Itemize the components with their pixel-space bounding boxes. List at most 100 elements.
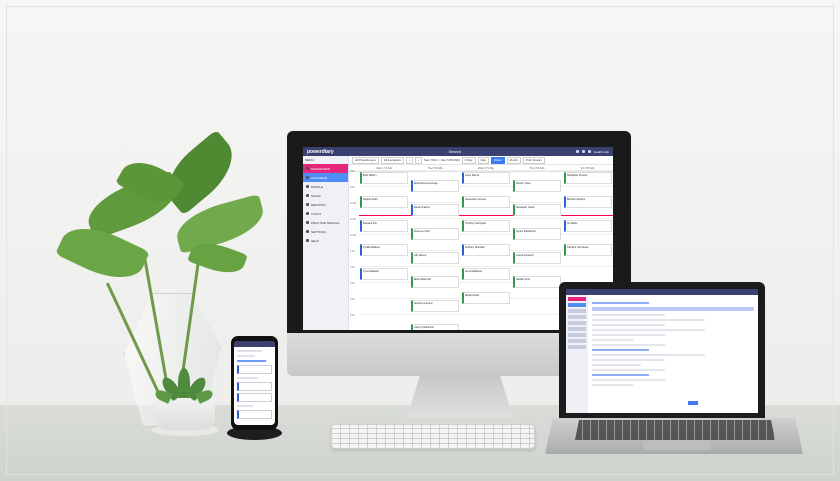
topbar-icons: Health Hub [575, 149, 609, 154]
calendar-icon [306, 176, 309, 179]
time-gridline [359, 186, 613, 187]
user-menu[interactable]: Health Hub [594, 150, 609, 154]
time-label: 2:00 [350, 266, 355, 269]
appointment-card[interactable]: Sophie Germany [411, 300, 459, 312]
time-gridline [359, 218, 613, 219]
appointment-card[interactable]: Maxwell Fay [360, 220, 408, 232]
appointment-card[interactable]: Alexander Carter [513, 204, 561, 216]
laptop-trackpad [643, 441, 711, 450]
appointment-card[interactable]: Nathan Kent [513, 276, 561, 288]
sidebar-item-settings[interactable]: SETTINGS [303, 227, 348, 236]
sidebar-item-label: DASHBOARD [311, 166, 331, 171]
appointment-card[interactable]: Regan Asher [462, 292, 510, 304]
sidebar-item-label: SETTINGS [311, 229, 327, 234]
appointment-card[interactable]: Timothy Harrington [462, 220, 510, 232]
appointment-card[interactable]: Dorian Palmer [411, 204, 459, 216]
sidebar-item-label: CALENDAR [311, 175, 328, 180]
time-gridline [359, 266, 613, 267]
appointment-card[interactable]: Anne Matthews [462, 268, 510, 280]
appointment-card[interactable]: Beth Wilson [360, 172, 408, 184]
next-button[interactable]: › [414, 156, 422, 164]
appointment-card[interactable]: Becky Bancroft [411, 276, 459, 288]
appointment-card[interactable]: Sophia Grant [360, 196, 408, 208]
phone-appointment-card[interactable] [237, 382, 272, 391]
time-gridline [359, 234, 613, 235]
time-label: 4:00 [350, 298, 355, 301]
sidebar-item-tools[interactable]: TOOLS [303, 209, 348, 218]
laptop-screen [566, 289, 758, 413]
time-gridline [359, 170, 613, 171]
monitor-stand [407, 376, 513, 418]
appointment-card[interactable]: Agnes Sanderson [513, 228, 561, 240]
sidebar-item-practice-manual[interactable]: PRACTICE MANUAL [303, 218, 348, 227]
appointment-card[interactable]: Brandon Rogers [564, 196, 612, 208]
view-week[interactable]: Week [490, 156, 505, 164]
settings-icon [306, 230, 309, 233]
appointment-card[interactable]: Louise Kimberly [513, 252, 561, 264]
reports-icon [306, 203, 309, 206]
laptop-save-button[interactable] [688, 401, 698, 405]
time-label: 11:00 [350, 218, 357, 221]
people-icon [306, 185, 309, 188]
time-label: 12:00 [350, 234, 357, 237]
appointment-card[interactable]: Cyrus Baldwin [360, 268, 408, 280]
view-day[interactable]: Day [477, 156, 489, 164]
prev-button[interactable]: ‹ [405, 156, 413, 164]
view-month[interactable]: Month [506, 156, 521, 164]
time-label: 9:00 [350, 186, 355, 189]
product-photo-scene: powerdiary Search Health Hub MENU DASHBO… [0, 0, 840, 481]
appointment-card[interactable]: Iris Watts [564, 220, 612, 232]
time-label: 3:00 [350, 282, 355, 285]
time-label: 1:00 [350, 250, 355, 253]
appointment-card[interactable]: Cyrilia Madison [360, 244, 408, 256]
app-topbar: powerdiary Search Health Hub [303, 147, 613, 156]
sidebar-item-people[interactable]: PEOPLE [303, 182, 348, 191]
gear-icon[interactable] [587, 149, 591, 153]
sidebar-header: MENU [305, 158, 314, 162]
practitioner-select[interactable]: All Practitioners [352, 156, 379, 164]
sidebar-item-help[interactable]: HELP [303, 236, 348, 245]
sidebar-item-label: PRACTICE MANUAL [311, 220, 340, 225]
keyboard [331, 424, 535, 449]
phone-appointment-card[interactable] [237, 410, 272, 419]
sidebar-item-label: SALES [311, 193, 321, 198]
appointment-card[interactable]: Carey Hutchinson [411, 324, 459, 330]
phone-appointment-card[interactable] [237, 365, 272, 374]
date-range: Sun 7/2/17 - Sat 7/27/2024 [423, 158, 460, 162]
phone-appointment-card[interactable] [237, 393, 272, 402]
sidebar-item-sales[interactable]: SALES [303, 191, 348, 200]
time-label: 8:00 [350, 170, 355, 173]
sidebar-item-dashboard[interactable]: DASHBOARD [303, 164, 348, 173]
calendar-toolbar: All Practitioners All Locations ‹ › Sun … [349, 156, 613, 165]
appointment-card[interactable]: Genevieve Greene [462, 196, 510, 208]
appointment-card[interactable]: Stephanie Preston [564, 172, 612, 184]
bell-icon[interactable] [575, 149, 579, 153]
search-box[interactable]: Search [448, 149, 461, 154]
appointment-card[interactable]: Caroline Johnstone [564, 244, 612, 256]
sidebar-item-label: PEOPLE [311, 184, 324, 189]
sidebar-item-reports[interactable]: REPORTS [303, 200, 348, 209]
appointment-card[interactable]: Anthony Sheridan [462, 244, 510, 256]
day-count-select[interactable]: 5 Day [461, 156, 476, 164]
app-logo: powerdiary [307, 148, 334, 155]
tools-icon [306, 212, 309, 215]
print-roster-button[interactable]: Print Roster [522, 156, 545, 164]
location-select[interactable]: All Locations [380, 156, 404, 164]
sidebar: MENU DASHBOARD CALENDAR PEOPLE SALES REP… [303, 156, 349, 330]
mail-icon[interactable] [581, 149, 585, 153]
phone-screen [234, 341, 275, 425]
search-label: Search [448, 149, 462, 154]
sidebar-item-label: TOOLS [311, 211, 322, 216]
sales-icon [306, 194, 309, 197]
laptop-content [592, 299, 754, 409]
appointment-card[interactable]: Jorge Rivera [462, 172, 510, 184]
appointment-card[interactable]: Florence Irwin [411, 228, 459, 240]
phone-topbar [234, 341, 275, 347]
dashboard-icon [306, 167, 309, 170]
appointment-card[interactable]: Wendy Yates [513, 180, 561, 192]
appointment-card[interactable]: Lilly Rivera [411, 252, 459, 264]
laptop-app-topbar [566, 289, 758, 295]
manual-icon [306, 221, 309, 224]
appointment-card[interactable]: Bartholomew George [411, 180, 459, 192]
sidebar-item-calendar[interactable]: CALENDAR [303, 173, 348, 182]
